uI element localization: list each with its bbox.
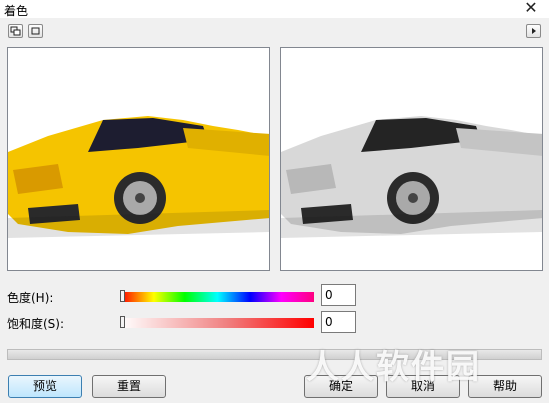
ok-button[interactable]: 确定	[304, 375, 378, 398]
copy-view-icon	[10, 26, 21, 36]
single-view-button[interactable]	[28, 24, 43, 38]
single-view-icon	[31, 27, 40, 35]
saturation-label: 饱和度(S):	[7, 317, 65, 331]
result-preview	[280, 47, 543, 271]
copy-view-button[interactable]	[8, 24, 23, 38]
expand-button[interactable]	[526, 24, 541, 38]
help-button[interactable]: 帮助	[468, 375, 542, 398]
title-bar: 着色 ✕	[0, 0, 549, 18]
window-title: 着色	[4, 4, 29, 18]
cancel-button[interactable]: 取消	[386, 375, 460, 398]
grayscale-car-image	[281, 116, 542, 238]
reset-button[interactable]: 重置	[92, 375, 166, 398]
original-preview	[7, 47, 270, 271]
yellow-car-image	[8, 116, 269, 238]
progress-bar	[7, 349, 542, 360]
hue-slider-thumb[interactable]	[120, 290, 125, 302]
hue-label: 色度(H):	[7, 291, 54, 305]
saturation-slider[interactable]	[120, 316, 314, 328]
saturation-input[interactable]	[321, 311, 356, 333]
hue-input[interactable]	[321, 284, 356, 306]
saturation-slider-thumb[interactable]	[120, 316, 125, 328]
hue-slider[interactable]	[120, 290, 314, 302]
close-icon[interactable]: ✕	[523, 0, 539, 16]
play-arrow-icon	[532, 28, 536, 34]
preview-button[interactable]: 预览	[8, 375, 82, 398]
